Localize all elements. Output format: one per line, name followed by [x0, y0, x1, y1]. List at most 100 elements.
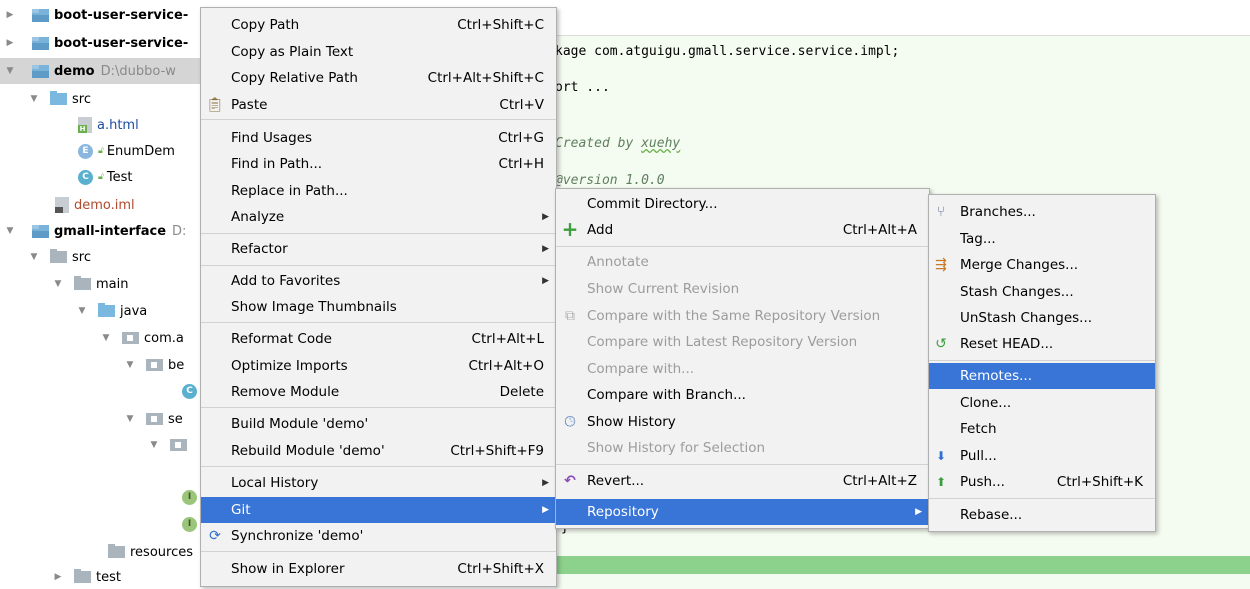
menu-item-analyze[interactable]: Analyze ▶ [201, 204, 556, 230]
menu-item-show-in-explorer[interactable]: Show in Explorer Ctrl+Shift+X [201, 556, 556, 582]
submenu-arrow-icon: ▶ [542, 478, 549, 488]
chevron-down-icon[interactable]: ▼ [148, 440, 160, 450]
menu-item-find-usages[interactable]: Find Usages Ctrl+G [201, 125, 556, 151]
menu-item-push[interactable]: ⬆ Push... Ctrl+Shift+K [929, 469, 1155, 495]
tree-row[interactable]: ▼ src [0, 244, 202, 270]
tree-row-selected[interactable]: ▼ demo D:\dubbo-w [0, 58, 202, 84]
folder-icon [74, 276, 91, 290]
tree-row[interactable]: demo.iml [0, 192, 202, 218]
tree-row[interactable]: ▼ main [0, 271, 202, 297]
tree-row[interactable]: ▼ [0, 432, 202, 458]
source-folder-icon [98, 303, 115, 317]
resources-folder-icon [108, 544, 125, 558]
tree-row[interactable]: I [0, 511, 202, 537]
tree-row[interactable]: ▼ gmall-interface D: [0, 218, 202, 244]
push-icon: ⬆ [935, 475, 947, 489]
tree-row[interactable]: ▼ be [0, 352, 202, 378]
menu-item-annotate[interactable]: Annotate [556, 249, 929, 275]
tree-row[interactable]: a.html [0, 112, 202, 138]
menu-item-copy-relative-path[interactable]: Copy Relative Path Ctrl+Alt+Shift+C [201, 65, 556, 91]
tree-item-label: se [168, 411, 183, 427]
menu-item-reset-head[interactable]: ↺ Reset HEAD... [929, 331, 1155, 357]
submenu-arrow-icon: ▶ [542, 244, 549, 254]
menu-item-show-current-revision[interactable]: Show Current Revision [556, 276, 929, 302]
menu-item-branches[interactable]: ⑂ Branches... [929, 199, 1155, 225]
menu-item-stash-changes[interactable]: Stash Changes... [929, 279, 1155, 305]
menu-item-fetch[interactable]: Fetch [929, 416, 1155, 442]
chevron-down-icon[interactable]: ▼ [100, 333, 112, 343]
menu-item-copy-path[interactable]: Copy Path Ctrl+Shift+C [201, 12, 556, 38]
plus-icon: + [561, 217, 579, 241]
chevron-down-icon[interactable]: ▼ [4, 226, 16, 236]
chevron-down-icon[interactable]: ▼ [124, 360, 136, 370]
tree-row[interactable]: ▼ se [0, 406, 202, 432]
menu-separator [201, 551, 556, 552]
revert-icon: ↶ [564, 473, 576, 489]
paste-icon: 📋︎ [206, 97, 224, 113]
menu-item-merge-changes[interactable]: ⇶ Merge Changes... [929, 252, 1155, 278]
code-line-version: @version 1.0.0 [555, 173, 665, 188]
menu-item-compare-same-repo-version[interactable]: ⧉ Compare with the Same Repository Versi… [556, 303, 929, 329]
chevron-right-icon[interactable]: ▶ [4, 38, 16, 48]
menu-separator [929, 360, 1155, 361]
comment-text: Created by [555, 136, 642, 151]
editor-tab-bar [555, 0, 1250, 36]
menu-item-copy-plain-text[interactable]: Copy as Plain Text [201, 39, 556, 65]
menu-item-compare-with[interactable]: Compare with... [556, 356, 929, 382]
tree-row[interactable]: ▼ java [0, 298, 202, 324]
chevron-down-icon[interactable]: ▼ [124, 414, 136, 424]
menu-item-refactor[interactable]: Refactor ▶ [201, 236, 556, 262]
menu-item-pull[interactable]: ⬇ Pull... [929, 443, 1155, 469]
menu-item-unstash-changes[interactable]: UnStash Changes... [929, 305, 1155, 331]
menu-item-remotes[interactable]: Remotes... [929, 363, 1155, 389]
chevron-down-icon[interactable]: ▼ [52, 279, 64, 289]
menu-item-repository[interactable]: Repository ▶ [556, 499, 929, 525]
menu-item-find-in-path[interactable]: Find in Path... Ctrl+H [201, 151, 556, 177]
chevron-down-icon[interactable]: ▼ [28, 252, 40, 262]
menu-item-rebuild-module[interactable]: Rebuild Module 'demo' Ctrl+Shift+F9 [201, 438, 556, 464]
menu-item-commit-directory[interactable]: Commit Directory... [556, 191, 929, 217]
context-menu: Copy Path Ctrl+Shift+C Copy as Plain Text… [200, 7, 557, 587]
chevron-right-icon[interactable]: ▶ [4, 10, 16, 20]
chevron-down-icon[interactable]: ▼ [4, 66, 16, 76]
tree-row[interactable]: C [0, 378, 202, 404]
menu-item-git[interactable]: Git ▶ [201, 497, 556, 523]
menu-item-paste[interactable]: 📋︎ Paste Ctrl+V [201, 92, 556, 118]
menu-item-build-module[interactable]: Build Module 'demo' [201, 411, 556, 437]
menu-item-add-to-favorites[interactable]: Add to Favorites ▶ [201, 268, 556, 294]
menu-item-compare-with-branch[interactable]: Compare with Branch... [556, 382, 929, 408]
menu-item-show-history[interactable]: 🕒︎ Show History [556, 409, 929, 435]
menu-item-optimize-imports[interactable]: Optimize Imports Ctrl+Alt+O [201, 353, 556, 379]
menu-item-remove-module[interactable]: Remove Module Delete [201, 379, 556, 405]
menu-item-add[interactable]: + Add Ctrl+Alt+A [556, 217, 929, 243]
menu-item-local-history[interactable]: Local History ▶ [201, 470, 556, 496]
menu-item-tag[interactable]: Tag... [929, 226, 1155, 252]
menu-item-show-history-selection[interactable]: Show History for Selection [556, 435, 929, 461]
menu-item-reformat-code[interactable]: Reformat Code Ctrl+Alt+L [201, 326, 556, 352]
tree-row[interactable]: E 🔓︎ EnumDem [0, 138, 202, 164]
chevron-right-icon[interactable]: ▶ [52, 572, 64, 582]
chevron-down-icon[interactable]: ▼ [28, 94, 40, 104]
tree-row[interactable]: resources [0, 539, 202, 565]
chevron-down-icon[interactable]: ▼ [76, 306, 88, 316]
tree-row[interactable]: C 🔓︎ Test [0, 164, 202, 190]
tree-item-label: boot-user-service- [54, 35, 189, 51]
reset-icon: ↺ [935, 336, 947, 352]
tree-row[interactable]: I [0, 484, 202, 510]
code-line-import: ort ... [555, 80, 610, 95]
menu-item-replace-in-path[interactable]: Replace in Path... [201, 178, 556, 204]
tree-row[interactable]: ▶ test [0, 564, 202, 589]
menu-item-rebase[interactable]: Rebase... [929, 502, 1155, 528]
menu-item-synchronize[interactable]: ⟳ Synchronize 'demo' [201, 523, 556, 549]
menu-item-show-image-thumbnails[interactable]: Show Image Thumbnails [201, 294, 556, 320]
tree-row[interactable]: ▶ boot-user-service- [0, 30, 202, 56]
tree-item-label: demo [54, 63, 95, 79]
menu-item-revert[interactable]: ↶ Revert... Ctrl+Alt+Z [556, 468, 929, 494]
tree-item-label: Test [106, 169, 133, 185]
module-icon [32, 36, 49, 50]
menu-item-compare-latest-repo-version[interactable]: Compare with Latest Repository Version [556, 329, 929, 355]
tree-row[interactable]: ▶ boot-user-service- [0, 2, 202, 28]
tree-row[interactable]: ▼ src [0, 86, 202, 112]
menu-item-clone[interactable]: Clone... [929, 390, 1155, 416]
tree-row[interactable]: ▼ com.a [0, 325, 202, 351]
